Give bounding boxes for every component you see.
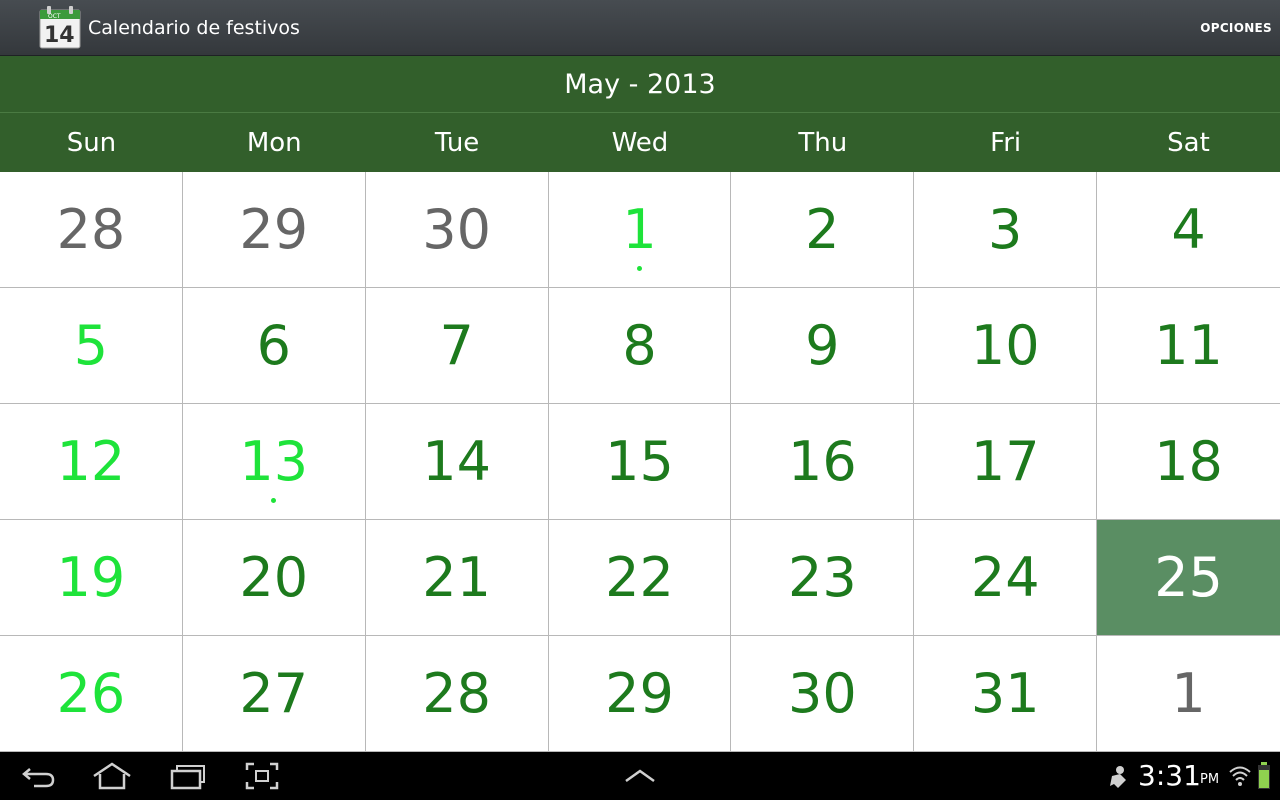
day-number: 23 [787,546,857,609]
day-number: 7 [439,314,474,377]
app-icon-day: 14 [44,23,75,48]
day-number: 12 [56,430,126,493]
day-number: 29 [239,198,309,261]
action-bar: OCT 14 Calendario de festivos OPCIONES [0,0,1280,56]
day-number: 3 [988,198,1023,261]
month-header[interactable]: May - 2013 [0,56,1280,113]
day-number: 8 [622,314,657,377]
day-cell[interactable]: 22 [548,520,732,636]
day-number: 29 [605,662,674,725]
day-number: 10 [970,314,1040,377]
day-cell[interactable]: 16 [731,404,915,520]
day-number: 15 [605,430,674,493]
day-number: 28 [422,662,491,725]
calendar-grid: 28 29 30 1 2 3 4 5 6 7 8 9 10 11 12 13 14 15 16 17 18 19 20 21 2… [0,172,1280,752]
calendar-app-icon[interactable]: OCT 14 [38,4,82,50]
day-cell[interactable]: 27 [182,636,366,752]
day-number: 2 [805,198,840,261]
day-cell[interactable]: 9 [731,288,915,404]
clock-ampm: PM [1200,772,1220,787]
day-cell-holiday[interactable]: 19 [0,520,183,636]
day-cell[interactable]: 24 [914,520,1098,636]
day-number: 9 [805,314,840,377]
day-cell[interactable]: 11 [1097,288,1280,404]
day-number: 1 [622,198,657,261]
day-cell[interactable]: 21 [365,520,549,636]
day-cell[interactable]: 29 [548,636,732,752]
day-number: 1 [1171,662,1206,725]
day-number: 30 [422,198,491,261]
day-cell[interactable]: 20 [182,520,366,636]
weekday-tue: Tue [434,127,480,158]
day-number: 6 [256,314,291,377]
day-cell[interactable]: 7 [365,288,549,404]
day-cell-today[interactable]: 25 [1097,520,1280,636]
day-cell-holiday[interactable]: 13 [182,404,366,520]
weekday-header: Sun Mon Tue Wed Thu Fri Sat [0,113,1280,172]
day-cell[interactable]: 4 [1097,172,1280,288]
day-cell-other-month[interactable]: 1 [1097,636,1280,752]
system-bar: 3:31 PM [0,752,1280,800]
day-number: 25 [1154,546,1223,609]
day-cell[interactable]: 2 [731,172,915,288]
day-number: 4 [1171,198,1206,261]
weekday-thu: Thu [798,127,848,158]
day-number: 5 [73,314,109,377]
day-number: 13 [239,430,309,493]
day-cell[interactable]: 17 [914,404,1098,520]
day-cell[interactable]: 3 [914,172,1098,288]
app-icon-month: OCT [48,13,61,20]
event-dot-icon [271,498,277,503]
battery-icon [1258,762,1270,789]
day-number: 11 [1154,314,1223,377]
day-cell-holiday[interactable]: 5 [0,288,183,404]
day-number: 20 [239,546,309,609]
notification-icon[interactable] [1106,764,1130,790]
day-cell-holiday[interactable]: 26 [0,636,183,752]
day-cell[interactable]: 14 [365,404,549,520]
day-number: 28 [56,198,126,261]
weekday-sun: Sun [66,127,117,158]
day-number: 16 [787,430,857,493]
day-number: 21 [422,546,491,609]
day-cell-other-month[interactable]: 29 [182,172,366,288]
day-cell[interactable]: 28 [365,636,549,752]
home-icon[interactable] [90,761,134,791]
day-cell[interactable]: 8 [548,288,732,404]
weekday-sat: Sat [1167,127,1210,158]
day-cell-holiday[interactable]: 1 [548,172,732,288]
day-cell[interactable]: 6 [182,288,366,404]
day-number: 24 [970,546,1040,609]
day-cell[interactable]: 18 [1097,404,1280,520]
event-dot-icon [636,266,642,271]
weekday-fri: Fri [990,127,1022,158]
day-cell[interactable]: 23 [731,520,915,636]
day-cell-holiday[interactable]: 12 [0,404,183,520]
day-number: 22 [605,546,674,609]
up-chevron-icon[interactable] [622,761,658,791]
options-menu-button[interactable]: OPCIONES [1200,18,1272,38]
weekday-mon: Mon [246,127,302,158]
day-number: 17 [970,430,1040,493]
day-number: 31 [970,662,1040,725]
day-number: 30 [787,662,857,725]
day-cell-other-month[interactable]: 28 [0,172,183,288]
day-number: 18 [1154,430,1223,493]
day-cell-other-month[interactable]: 30 [365,172,549,288]
day-number: 14 [422,430,491,493]
day-cell[interactable]: 15 [548,404,732,520]
wifi-icon [1229,766,1251,786]
back-icon[interactable] [20,761,58,791]
day-number: 19 [56,546,126,609]
day-cell[interactable]: 30 [731,636,915,752]
day-number: 26 [56,662,126,725]
day-cell[interactable]: 10 [914,288,1098,404]
clock-time: 3:31 [1138,759,1201,792]
app-title: Calendario de festivos [88,17,300,39]
weekday-wed: Wed [611,127,669,158]
recent-apps-icon[interactable] [168,761,208,791]
screenshot-icon[interactable] [244,761,280,791]
day-cell[interactable]: 31 [914,636,1098,752]
day-number: 27 [239,662,309,725]
